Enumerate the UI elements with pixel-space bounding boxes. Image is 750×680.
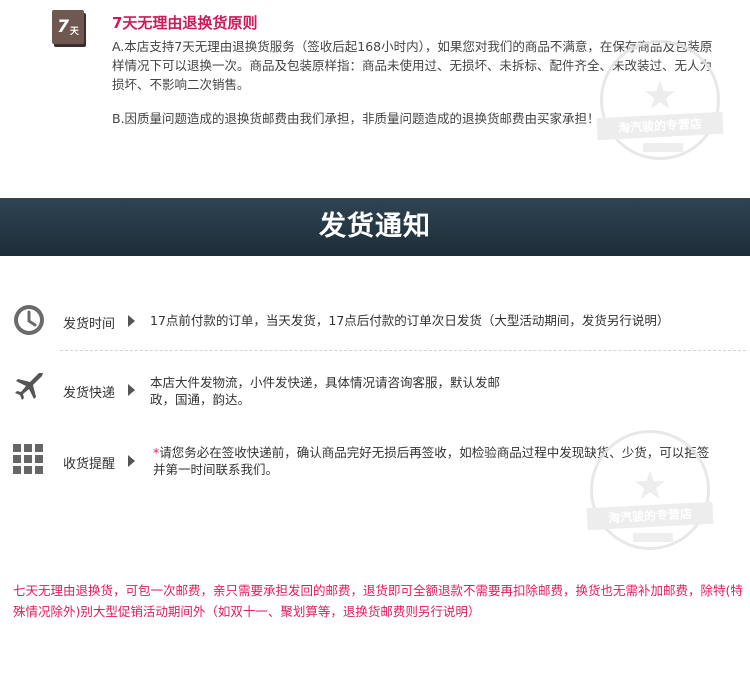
airplane-icon: [15, 373, 43, 400]
row-label: 收货提醒: [63, 457, 116, 472]
chevron-right-icon: [128, 315, 135, 327]
row-shipping-time: 发货时间 17点前付款的订单，当天发货，17点后付款的订单次日发货（大型活动期间…: [0, 300, 750, 340]
row-content: 本店大件发物流，小件发快递，具体情况请咨询客服，默认发邮政，国通，韵达。: [150, 375, 501, 407]
grid-icon: [13, 444, 43, 474]
store-watermark-seal: ★ 淘汽骏的专营店: [596, 40, 724, 160]
badge-suffix: 天: [69, 26, 79, 37]
watermark-sub-bar: [633, 533, 673, 542]
policy-title: 7天无理由退换货原则: [112, 14, 258, 32]
chevron-right-icon: [128, 384, 135, 396]
badge-number: 7: [57, 17, 69, 37]
divider: [60, 350, 746, 351]
row-courier: 发货快递 本店大件发物流，小件发快递，具体情况请咨询客服，默认发邮政，国通，韵达…: [0, 368, 750, 416]
watermark-sub-bar: [643, 143, 683, 152]
return-shipping-notice: 七天无理由退换货，可包一次邮费，亲只需要承担发回的邮费，退货即可全额退款不需要再…: [13, 583, 743, 619]
row-content: 17点前付款的订单，当天发货，17点后付款的订单次日发货（大型活动期间，发货另行…: [150, 313, 670, 328]
shipping-notice-header: 发货通知: [0, 198, 750, 256]
row-label: 发货快递: [63, 386, 116, 401]
return-policy-section: 7天 7天无理由退换货原则 A.本店支持7天无理由退换货服务（签收后起168小时…: [0, 0, 750, 198]
chevron-right-icon: [128, 455, 135, 467]
clock-icon: [14, 305, 44, 335]
seven-day-badge-icon: 7天: [52, 10, 84, 44]
row-label: 发货时间: [63, 317, 116, 332]
store-watermark-seal: ★ 淘汽骏的专营店: [586, 430, 714, 550]
